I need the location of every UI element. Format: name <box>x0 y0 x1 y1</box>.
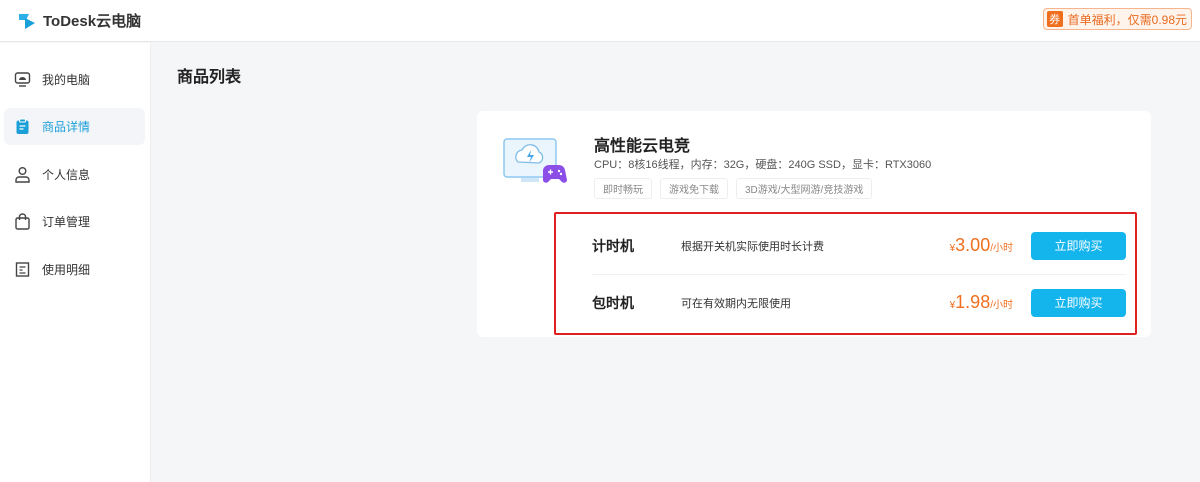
buy-now-button[interactable]: 立即购买 <box>1031 231 1126 260</box>
logo[interactable]: ToDesk云电脑 <box>17 10 141 31</box>
sidebar-item-my-computer[interactable]: 我的电脑 <box>4 61 145 98</box>
plan-desc: 根据开关机实际使用时长计费 <box>681 240 824 253</box>
plan-price: ¥1.98/小时 <box>949 292 1013 312</box>
top-bar: ToDesk云电脑 券 首单福利，仅需0.98元 <box>0 0 1200 42</box>
plan-price: ¥3.00/小时 <box>949 235 1013 255</box>
sidebar: 我的电脑 商品详情 个人信息 订单管理 使用明细 <box>0 43 151 482</box>
sidebar-item-product-details[interactable]: 商品详情 <box>4 108 145 145</box>
app-name: ToDesk云电脑 <box>43 13 142 30</box>
product-tags: 即时畅玩 游戏免下载 3D游戏/大型网游/竞技游戏 <box>594 178 873 199</box>
product-name: 高性能云电竞 <box>594 138 691 155</box>
plan-row-package: 包时机 可在有效期内无限使用 ¥1.98/小时 立即购买 <box>592 274 1126 331</box>
cloud-gaming-icon <box>503 138 567 183</box>
sidebar-item-personal-info[interactable]: 个人信息 <box>4 156 145 193</box>
tag: 3D游戏/大型网游/竞技游戏 <box>736 178 873 199</box>
sidebar-item-orders[interactable]: 订单管理 <box>4 203 145 240</box>
product-card: 高性能云电竞 CPU：8核16线程，内存：32G，硬盘：240G SSD，显卡：… <box>477 111 1151 337</box>
receipt-icon <box>15 262 30 277</box>
promo-text: 首单福利，仅需0.98元 <box>1067 12 1187 27</box>
plan-name: 计时机 <box>592 237 634 254</box>
product-spec: CPU：8核16线程，内存：32G，硬盘：240G SSD，显卡：RTX3060 <box>594 159 932 171</box>
plan-desc: 可在有效期内无限使用 <box>681 297 791 310</box>
tag: 游戏免下载 <box>660 178 728 199</box>
buy-now-button[interactable]: 立即购买 <box>1031 288 1126 317</box>
user-icon <box>15 167 30 183</box>
sidebar-item-usage-details[interactable]: 使用明细 <box>4 251 145 288</box>
plan-name: 包时机 <box>592 294 634 311</box>
tag: 即时畅玩 <box>594 178 652 199</box>
todesk-logo-icon <box>19 13 35 29</box>
shopping-bag-icon <box>15 213 30 230</box>
page-title: 商品列表 <box>177 69 242 86</box>
plan-row-hourly: 计时机 根据开关机实际使用时长计费 ¥3.00/小时 立即购买 <box>592 217 1126 274</box>
promo-banner[interactable]: 券 首单福利，仅需0.98元 <box>1042 8 1192 30</box>
clipboard-icon <box>16 118 29 134</box>
coupon-icon: 券 <box>1046 11 1063 27</box>
monitor-icon <box>14 72 31 87</box>
